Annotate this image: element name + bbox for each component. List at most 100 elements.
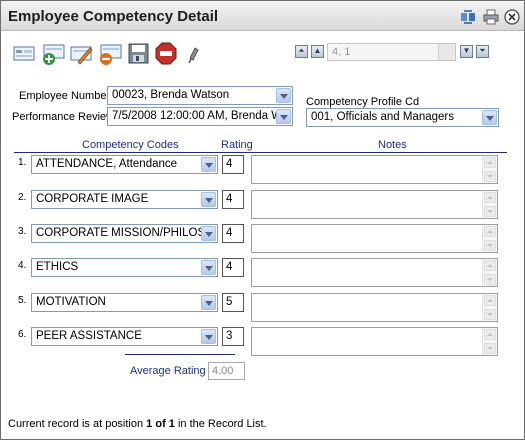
notes-scrollbar[interactable] xyxy=(482,156,497,183)
notes-textarea[interactable] xyxy=(251,258,498,287)
record-position-value: 4, 1 xyxy=(332,46,351,58)
competency-code-value: ATTENDANCE, Attendance xyxy=(36,158,178,170)
scroll-down-icon[interactable] xyxy=(484,274,496,285)
notes-header: Notes xyxy=(378,139,407,151)
window-title: Employee Competency Detail xyxy=(8,8,219,25)
competency-code-select[interactable]: ATTENDANCE, Attendance xyxy=(31,155,218,174)
competency-codes-header: Competency Codes xyxy=(82,139,179,151)
average-divider xyxy=(125,354,235,355)
first-icon: ⏶ xyxy=(298,46,305,55)
notes-textarea[interactable] xyxy=(251,155,498,184)
row-number: 4. xyxy=(18,260,27,271)
row-number: 1. xyxy=(18,157,27,168)
rating-header: Rating xyxy=(221,139,253,151)
competency-code-select[interactable]: CORPORATE MISSION/PHILOSF xyxy=(31,224,218,243)
chevron-down-icon xyxy=(201,295,216,310)
notes-textarea[interactable] xyxy=(251,327,498,356)
competency-code-select[interactable]: MOTIVATION xyxy=(31,293,218,312)
print-icon[interactable] xyxy=(483,9,499,25)
add-record-icon xyxy=(43,44,65,65)
record-position-select[interactable]: 4, 1 xyxy=(327,43,456,61)
notes-scrollbar[interactable] xyxy=(482,191,497,218)
save-button[interactable] xyxy=(126,41,150,65)
competency-profile-select[interactable]: 001, Officials and Managers xyxy=(306,108,499,127)
chevron-down-icon xyxy=(276,88,291,103)
next-icon: ▼ xyxy=(462,46,471,55)
rating-input[interactable]: 4 xyxy=(222,258,244,277)
status-suffix: in the Record List. xyxy=(174,418,267,430)
stop-button[interactable] xyxy=(153,41,177,65)
chevron-down-icon xyxy=(276,109,291,124)
previous-icon: ▲ xyxy=(313,46,322,55)
rating-input[interactable]: 3 xyxy=(222,327,244,346)
row-number: 2. xyxy=(18,192,27,203)
last-icon: ⏷ xyxy=(479,46,486,55)
rating-input[interactable]: 4 xyxy=(222,155,244,174)
notes-scrollbar[interactable] xyxy=(482,225,497,252)
scroll-down-icon[interactable] xyxy=(484,309,496,320)
notes-textarea[interactable] xyxy=(251,293,498,322)
employee-number-select[interactable]: 00023, Brenda Watson xyxy=(107,86,293,105)
competency-code-select[interactable]: PEER ASSISTANCE xyxy=(31,327,218,346)
competency-code-value: MOTIVATION xyxy=(36,296,106,308)
scroll-up-icon[interactable] xyxy=(484,295,496,306)
competency-code-select[interactable]: CORPORATE IMAGE xyxy=(31,190,218,209)
rating-input[interactable]: 5 xyxy=(222,293,244,312)
edit-record-icon xyxy=(70,46,93,65)
competency-profile-label: Competency Profile Cd xyxy=(306,96,420,108)
notes-textarea[interactable] xyxy=(251,224,498,253)
performance-review-select[interactable]: 7/5/2008 12:00:00 AM, Brenda W xyxy=(107,107,293,126)
chevron-down-icon xyxy=(201,329,216,344)
next-record-button[interactable]: ▼ xyxy=(460,45,473,58)
row-number: 6. xyxy=(18,329,27,340)
competency-profile-value: 001, Officials and Managers xyxy=(311,111,454,123)
employee-number-label: Employee Number xyxy=(19,90,111,102)
competency-code-value: CORPORATE IMAGE xyxy=(36,193,149,205)
scroll-down-icon[interactable] xyxy=(484,240,496,251)
scroll-up-icon[interactable] xyxy=(484,260,496,271)
chevron-down-icon xyxy=(201,157,216,172)
pin-button[interactable] xyxy=(185,41,199,65)
performance-review-value: 7/5/2008 12:00:00 AM, Brenda W xyxy=(112,110,283,122)
competency-code-value: CORPORATE MISSION/PHILOSF xyxy=(36,227,213,239)
delete-record-button[interactable] xyxy=(97,41,122,65)
employee-competency-window: Employee Competency Detail ⏶ ▲ 4, 1 ▼ ⏷ … xyxy=(0,0,525,440)
edit-record-button[interactable] xyxy=(69,41,93,65)
scroll-down-icon[interactable] xyxy=(484,343,496,354)
chevron-down-icon xyxy=(201,260,216,275)
save-icon xyxy=(128,43,149,64)
scroll-up-icon[interactable] xyxy=(484,226,496,237)
status-prefix: Current record is at position xyxy=(8,418,147,430)
delete-record-icon xyxy=(100,44,122,65)
notes-scrollbar[interactable] xyxy=(482,259,497,286)
chevron-down-icon xyxy=(201,226,216,241)
rating-input[interactable]: 4 xyxy=(222,190,244,209)
average-rating-label: Average Rating xyxy=(130,365,206,377)
title-bar: Employee Competency Detail xyxy=(1,1,524,31)
chevron-down-icon xyxy=(201,192,216,207)
first-record-button[interactable]: ⏶ xyxy=(295,45,308,58)
close-icon[interactable] xyxy=(504,9,520,25)
previous-record-button[interactable]: ▲ xyxy=(311,45,324,58)
header-divider xyxy=(14,152,507,153)
add-record-button[interactable] xyxy=(40,41,65,65)
scroll-down-icon[interactable] xyxy=(484,206,496,217)
new-record-button[interactable] xyxy=(12,41,36,65)
competency-code-select[interactable]: ETHICS xyxy=(31,258,218,277)
chevron-down-icon xyxy=(482,110,497,125)
connect-icon[interactable] xyxy=(460,9,476,25)
notes-scrollbar[interactable] xyxy=(482,328,497,355)
status-position: 1 of 1 xyxy=(146,418,175,430)
scroll-up-icon[interactable] xyxy=(484,157,496,168)
scroll-down-icon[interactable] xyxy=(484,171,496,182)
scroll-up-icon[interactable] xyxy=(484,192,496,203)
stop-icon xyxy=(155,42,177,65)
notes-textarea[interactable] xyxy=(251,190,498,219)
rating-input[interactable]: 4 xyxy=(222,224,244,243)
pin-icon xyxy=(188,47,199,64)
competency-code-value: ETHICS xyxy=(36,261,79,273)
notes-scrollbar[interactable] xyxy=(482,294,497,321)
scroll-up-icon[interactable] xyxy=(484,329,496,340)
chevron-down-icon xyxy=(438,44,455,60)
last-record-button[interactable]: ⏷ xyxy=(476,45,489,58)
